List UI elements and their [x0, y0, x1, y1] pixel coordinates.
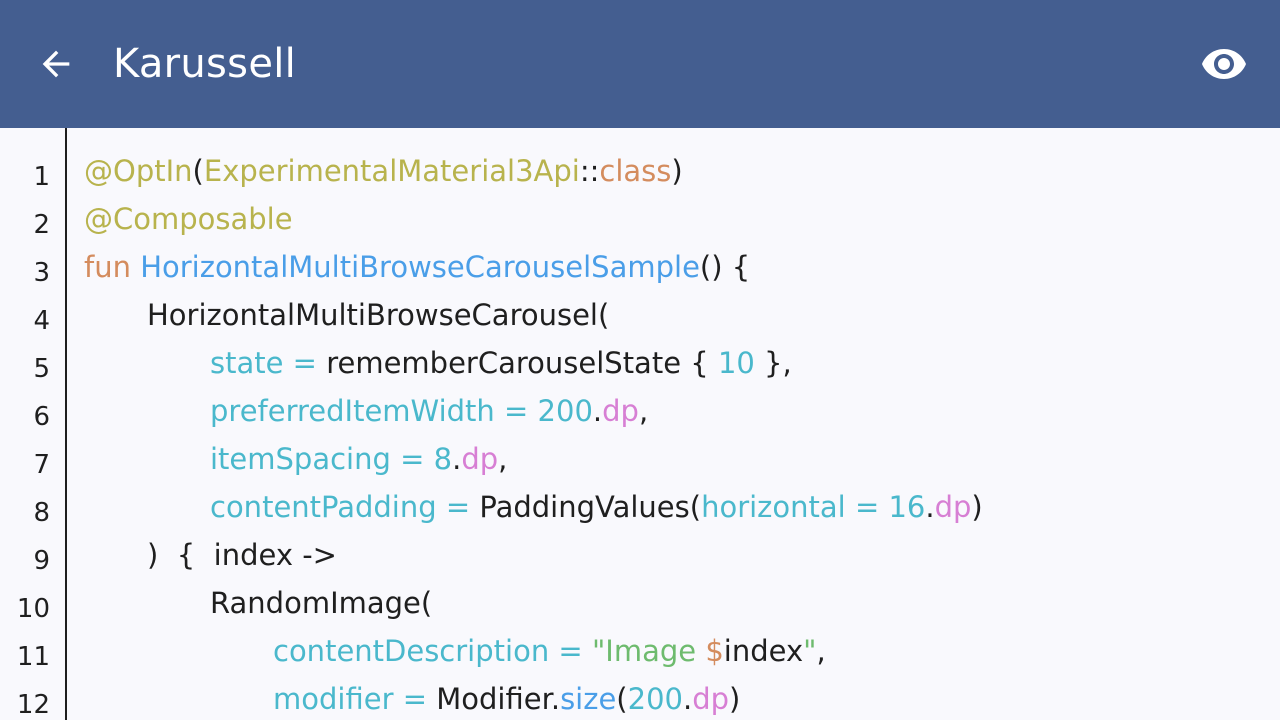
code-token: . — [925, 490, 935, 524]
line-number: 12 — [16, 690, 50, 720]
line-number: 10 — [16, 594, 50, 624]
code-token: HorizontalMultiBrowseCarousel( — [147, 298, 610, 332]
code-token: dp — [461, 442, 499, 476]
code-line: 10 RandomImage( — [0, 576, 1280, 624]
code-token: ( — [616, 682, 628, 716]
code-text: ) { index -> — [147, 536, 337, 574]
code-text: modifier = Modifier.size(200.dp) — [273, 680, 740, 718]
code-line: 5 state = rememberCarouselState { 10 }, — [0, 336, 1280, 384]
code-token: , — [638, 394, 649, 428]
code-token: $ — [705, 634, 724, 668]
code-token: dp — [934, 490, 972, 524]
code-token: @OptIn — [84, 154, 193, 188]
code-token: 200 — [627, 682, 683, 716]
code-token: PaddingValues( — [479, 490, 702, 524]
code-text: state = rememberCarouselState { 10 }, — [210, 344, 792, 382]
code-text: @OptIn(ExperimentalMaterial3Api::class) — [84, 152, 683, 190]
code-token: 10 — [717, 346, 755, 380]
code-token: ) — [671, 154, 683, 188]
page-title: Karussell — [113, 41, 297, 87]
code-text: contentPadding = PaddingValues(horizonta… — [210, 488, 983, 526]
line-number: 3 — [33, 258, 50, 288]
code-line: 6 preferredItemWidth = 200.dp, — [0, 384, 1280, 432]
code-token: () { — [699, 250, 751, 284]
preview-button[interactable] — [1192, 36, 1256, 92]
code-token: size — [560, 682, 617, 716]
code-text: fun HorizontalMultiBrowseCarouselSample(… — [84, 248, 750, 286]
code-line: 2 @Composable — [0, 192, 1280, 240]
line-number: 1 — [33, 162, 50, 192]
code-token: dp — [602, 394, 639, 428]
arrow-back-icon — [42, 50, 70, 78]
code-token: contentPadding = — [210, 490, 480, 524]
code-token: @Composable — [84, 202, 293, 236]
code-line: 4 HorizontalMultiBrowseCarousel( — [0, 288, 1280, 336]
code-token: state = — [210, 346, 327, 380]
code-token: . — [592, 394, 603, 428]
code-token: index — [723, 634, 804, 668]
code-token: " — [803, 634, 817, 668]
code-token: . — [682, 682, 693, 716]
code-token: HorizontalMultiBrowseCarouselSample — [140, 250, 700, 284]
code-line: 12 modifier = Modifier.size(200.dp) — [0, 672, 1280, 720]
line-number: 6 — [33, 402, 50, 432]
line-number: 7 — [33, 450, 50, 480]
code-text: itemSpacing = 8.dp, — [210, 440, 507, 478]
code-token: ) — [971, 490, 983, 524]
code-line: 7 itemSpacing = 8.dp, — [0, 432, 1280, 480]
code-token: class — [599, 154, 672, 188]
code-token: , — [816, 634, 826, 668]
code-token: fun — [84, 250, 141, 284]
code-token: , — [498, 442, 508, 476]
top-app-bar: Karussell — [0, 0, 1280, 128]
code-token: }, — [754, 346, 792, 380]
code-editor[interactable]: 1 @OptIn(ExperimentalMaterial3Api::class)… — [0, 128, 1280, 720]
code-token: contentDescription = — [273, 634, 592, 668]
eye-icon — [1202, 49, 1246, 79]
code-token: itemSpacing = 8 — [210, 442, 453, 476]
line-number: 4 — [33, 306, 50, 336]
code-text: @Composable — [84, 200, 293, 238]
line-number: 5 — [33, 354, 50, 384]
code-token: ( — [192, 154, 204, 188]
code-token: "Image — [591, 634, 706, 668]
code-token: preferredItemWidth = 200 — [210, 394, 593, 428]
code-token: rememberCarouselState { — [326, 346, 718, 380]
code-text: contentDescription = "Image $index", — [273, 632, 826, 670]
code-line: 1 @OptIn(ExperimentalMaterial3Api::class) — [0, 144, 1280, 192]
line-number: 9 — [33, 546, 50, 576]
code-token: ) { index -> — [147, 538, 337, 572]
code-token: horizontal = 16 — [701, 490, 926, 524]
code-token: RandomImage( — [210, 586, 433, 620]
code-token: modifier = — [273, 682, 437, 716]
code-token: dp — [692, 682, 730, 716]
code-text: preferredItemWidth = 200.dp, — [210, 392, 648, 430]
code-token: . — [452, 442, 462, 476]
line-number: 8 — [33, 498, 50, 528]
code-token: ExperimentalMaterial3Api — [203, 154, 580, 188]
code-token: ) — [729, 682, 741, 716]
code-text: HorizontalMultiBrowseCarousel( — [147, 296, 609, 334]
code-line: 11 contentDescription = "Image $index", — [0, 624, 1280, 672]
line-number: 11 — [16, 642, 50, 672]
back-button[interactable] — [24, 36, 88, 92]
code-line: 3 fun HorizontalMultiBrowseCarouselSample… — [0, 240, 1280, 288]
code-line: 8 contentPadding = PaddingValues(horizont… — [0, 480, 1280, 528]
line-number: 2 — [33, 210, 50, 240]
code-token: Modifier. — [436, 682, 561, 716]
code-text: RandomImage( — [210, 584, 432, 622]
code-line: 9 ) { index -> — [0, 528, 1280, 576]
code-token: :: — [579, 154, 600, 188]
